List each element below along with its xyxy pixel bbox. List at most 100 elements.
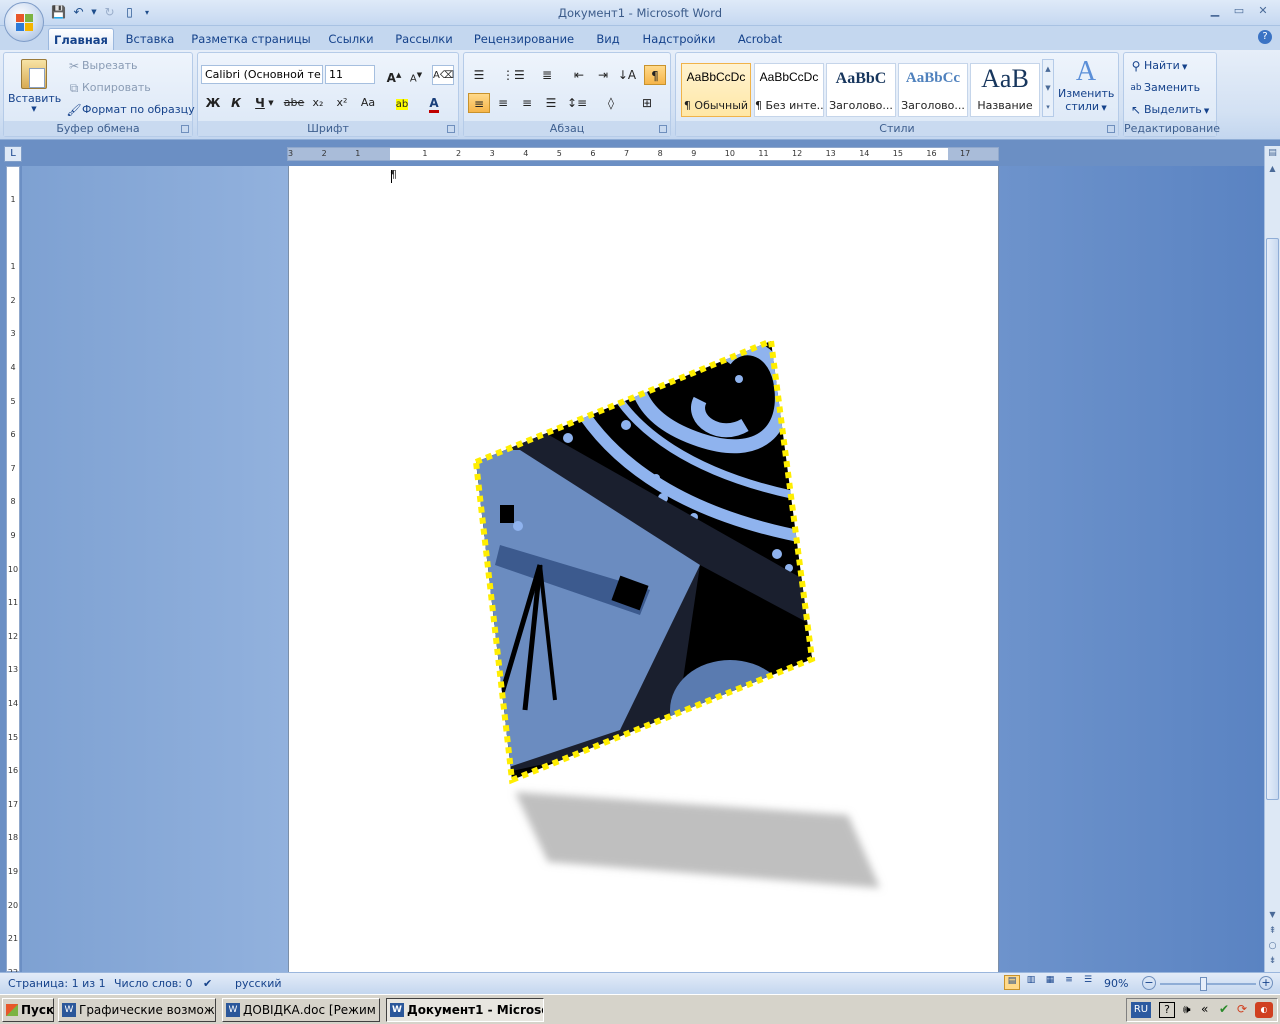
shading-icon[interactable]: ◊ [600,93,622,113]
tab-acrobat[interactable]: Acrobat [730,28,790,50]
bold-button[interactable]: Ж [202,93,224,113]
vertical-scrollbar[interactable]: ▤ ▲ ▼ ⇞ ○ ⇟ [1264,146,1280,972]
telescope-clipart-image[interactable] [460,325,890,900]
style-normal[interactable]: AaBbCcDc ¶ Обычный [681,63,751,117]
scroll-down-icon[interactable]: ▼ [1266,910,1279,923]
grow-font-icon[interactable]: A▲ [383,65,405,85]
font-color-icon[interactable]: A [423,93,445,113]
borders-icon[interactable]: ⊞ [636,93,658,113]
horizontal-ruler[interactable]: 3 2 1 1 2 3 4 5 6 7 8 9 10 11 12 13 14 15 16 17 [287,147,999,161]
zoom-out-icon[interactable]: − [1142,976,1156,990]
copy-button[interactable]: ⧉ Копировать [66,80,151,96]
clear-formatting-icon[interactable]: A⌫ [432,65,454,85]
subscript-button[interactable]: x₂ [307,93,329,113]
align-right-icon[interactable]: ≡ [516,93,538,113]
zoom-level[interactable]: 90% [1104,977,1128,990]
start-button[interactable]: Пуск [2,998,54,1022]
ruler-toggle-icon[interactable]: ▤ [1266,148,1279,161]
tab-mailings[interactable]: Рассылки [390,28,458,50]
paintbrush-icon: 🖌 [66,103,82,117]
select-browse-object-icon[interactable]: ○ [1266,941,1279,954]
format-painter-button[interactable]: 🖌Формат по образцу [66,102,194,118]
scroll-thumb[interactable] [1266,238,1279,800]
find-button[interactable]: ⚲ Найти ▼ [1128,58,1188,74]
show-marks-button[interactable]: ¶ [644,65,666,85]
zoom-slider-track[interactable] [1160,983,1256,985]
proofing-icon[interactable]: ✔ [203,977,212,990]
minimize-icon[interactable]: ▁ [1204,3,1226,19]
increase-indent-icon[interactable]: ⇥ [592,65,614,85]
line-spacing-icon[interactable]: ↕≡ [566,93,588,113]
language-indicator[interactable]: русский [235,977,282,990]
font-size-combo[interactable]: 11 [325,65,375,84]
decrease-indent-icon[interactable]: ⇤ [568,65,590,85]
ribbon: Вставить ▼ ✂ Вырезать ⧉ Копировать 🖌Формат… [0,50,1280,140]
style-heading-2[interactable]: AaBbCc Заголово... [898,63,968,117]
page-count[interactable]: Страница: 1 из 1 [8,977,106,990]
zoom-slider-thumb[interactable] [1199,977,1207,991]
office-button[interactable] [4,2,44,42]
style-no-spacing[interactable]: AaBbCcDc ¶ Без инте... [754,63,824,117]
outline-view-icon[interactable]: ≡ [1061,975,1077,990]
word-count[interactable]: Число слов: 0 [114,977,193,990]
tab-page-layout[interactable]: Разметка страницы [190,28,312,50]
help-tray-icon[interactable]: ? [1159,1002,1175,1018]
style-title[interactable]: AaB Название [970,63,1040,117]
shrink-font-icon[interactable]: A▼ [405,65,427,85]
taskbar-item[interactable]: W ДОВІДКА.doc [Режим о... [222,998,380,1022]
cut-button[interactable]: ✂ Вырезать [66,58,138,74]
taskbar-item-active[interactable]: W Документ1 - Microso... [386,998,544,1022]
taskbar-item[interactable]: W Графические возможно... [58,998,216,1022]
superscript-button[interactable]: x² [331,93,353,113]
next-page-icon[interactable]: ⇟ [1266,956,1279,969]
tab-insert[interactable]: Вставка [120,28,180,50]
dialog-launcher-icon[interactable] [1107,125,1115,133]
chevron-left-icon[interactable]: « [1201,1002,1208,1016]
web-layout-icon[interactable]: ▦ [1042,975,1058,990]
change-styles-button[interactable]: A Изменить стили ▼ [1058,57,1114,115]
vertical-ruler[interactable]: 11234567891011121314151617181920212223 [6,166,20,1010]
bullets-icon[interactable]: ☰ [468,65,490,85]
replace-button[interactable]: ab Заменить [1128,80,1200,96]
select-button[interactable]: ↖ Выделить ▼ [1128,102,1209,118]
ruler-tick-label: 9 [691,149,697,158]
tab-review[interactable]: Рецензирование [470,28,578,50]
justify-icon[interactable]: ☰ [540,93,562,113]
full-screen-reading-icon[interactable]: ▥ [1023,975,1039,990]
paste-button[interactable]: Вставить ▼ [8,57,61,119]
sort-icon[interactable]: ↓A [616,65,638,85]
underline-dropdown-icon[interactable]: ▼ [266,93,276,113]
print-layout-icon[interactable]: ▤ [1004,975,1020,990]
close-icon[interactable]: ✕ [1252,3,1274,19]
multilevel-list-icon[interactable]: ≣ [536,65,558,85]
tab-home[interactable]: Главная [48,28,114,50]
strikethrough-button[interactable]: abe [283,93,305,113]
dialog-launcher-icon[interactable] [447,125,455,133]
zoom-in-icon[interactable]: + [1259,976,1273,990]
highlight-color-icon[interactable]: ab [391,93,413,113]
font-name-combo[interactable]: Calibri (Основной те [201,65,323,84]
scroll-up-icon[interactable]: ▲ [1266,164,1279,177]
dialog-launcher-icon[interactable] [659,125,667,133]
antivirus-icon[interactable]: ✔ [1219,1002,1229,1016]
numbering-icon[interactable]: ⋮☰ [502,65,525,85]
tray-app-icon[interactable]: ◐ [1255,1002,1273,1018]
draft-view-icon[interactable]: ☰ [1080,975,1096,990]
help-icon[interactable]: ? [1258,30,1272,44]
maximize-icon[interactable]: ▭ [1228,3,1250,19]
tab-selector-button[interactable]: L [4,146,22,162]
align-left-icon[interactable]: ≡ [468,93,490,113]
style-heading-1[interactable]: AaBbC Заголово... [826,63,896,117]
dialog-launcher-icon[interactable] [181,125,189,133]
change-case-button[interactable]: Aa [357,93,379,113]
volume-icon[interactable]: 🕪 [1183,1002,1191,1017]
styles-scroll[interactable]: ▲ ▼ ▾ [1042,59,1054,117]
update-icon[interactable]: ⟳ [1237,1002,1247,1016]
tab-view[interactable]: Вид [590,28,626,50]
align-center-icon[interactable]: ≡ [492,93,514,113]
tab-addins[interactable]: Надстройки [638,28,720,50]
language-indicator-tray[interactable]: RU [1131,1002,1151,1018]
italic-button[interactable]: К [225,93,247,113]
previous-page-icon[interactable]: ⇞ [1266,926,1279,939]
tab-references[interactable]: Ссылки [322,28,380,50]
